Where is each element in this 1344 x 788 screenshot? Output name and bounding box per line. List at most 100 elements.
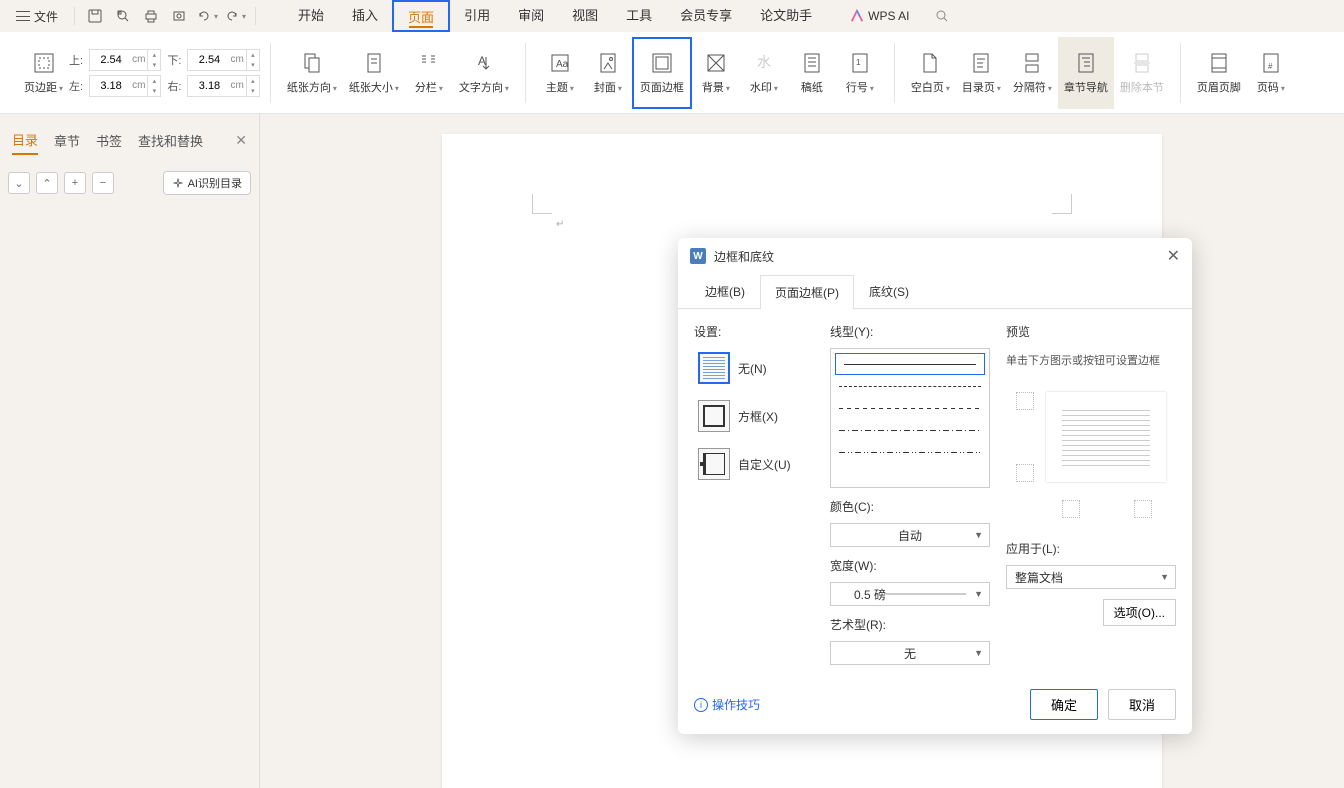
dialog-tabs: 边框(B) 页面边框(P) 底纹(S): [678, 274, 1192, 309]
header-footer-button[interactable]: 页眉页脚: [1191, 37, 1247, 109]
tab-insert[interactable]: 插入: [338, 0, 392, 32]
bottom-margin-input[interactable]: cm▴▾: [187, 49, 259, 71]
panel-tabs: 目录 章节 书签 查找和替换 ✕: [8, 122, 251, 159]
dialog-app-icon: W: [690, 248, 706, 264]
line-column: 线型(Y): 颜色(C): 自动▼ 宽度(W): 0.5 磅▼ 艺术型(R): …: [830, 323, 990, 665]
background-button[interactable]: 背景▾: [692, 37, 740, 109]
width-combo[interactable]: 0.5 磅▼: [830, 582, 990, 606]
save-icon[interactable]: [83, 4, 107, 28]
expand-button[interactable]: ⌄: [8, 172, 30, 194]
dialog-titlebar[interactable]: W 边框和底纹 ✕: [678, 238, 1192, 274]
separator-button[interactable]: 分隔符▾: [1007, 37, 1058, 109]
apply-to-combo[interactable]: 整篇文档▼: [1006, 565, 1176, 589]
edge-button-left[interactable]: [1062, 500, 1080, 518]
color-combo[interactable]: 自动▼: [830, 523, 990, 547]
right-label: 右:: [167, 78, 181, 94]
chapter-nav-button[interactable]: 章节导航: [1058, 37, 1114, 109]
text-direction-icon: A: [472, 51, 496, 75]
left-margin-input[interactable]: cm▴▾: [89, 75, 161, 97]
panel-tab-chapter[interactable]: 章节: [54, 127, 80, 154]
border-option-none[interactable]: 无(N): [694, 348, 814, 388]
panel-tab-bookmark[interactable]: 书签: [96, 127, 122, 154]
tab-reference[interactable]: 引用: [450, 0, 504, 32]
border-option-custom[interactable]: 自定义(U): [694, 444, 814, 484]
ok-button[interactable]: 确定: [1030, 689, 1098, 720]
dialog-body: 设置: 无(N) 方框(X) 自定义(U) 线型(Y):: [678, 309, 1192, 679]
tab-view[interactable]: 视图: [558, 0, 612, 32]
margin-inputs: 上: cm▴▾ 下: cm▴▾ 左: cm▴▾ 右: cm▴▾: [69, 49, 260, 97]
search-button[interactable]: [930, 4, 954, 28]
line-style-dash2[interactable]: [831, 397, 989, 419]
tab-start[interactable]: 开始: [284, 0, 338, 32]
separator-icon: [1020, 51, 1044, 75]
theme-button[interactable]: Aa主题▾: [536, 37, 584, 109]
info-icon: i: [694, 698, 708, 712]
edge-button-bottom[interactable]: [1016, 464, 1034, 482]
tab-page[interactable]: 页面: [392, 0, 450, 32]
tab-tools[interactable]: 工具: [612, 0, 666, 32]
wps-ai-button[interactable]: WPS AI: [842, 9, 917, 23]
edge-button-right[interactable]: [1134, 500, 1152, 518]
close-panel-button[interactable]: ✕: [235, 132, 247, 149]
cancel-button[interactable]: 取消: [1108, 689, 1176, 720]
preview-icon[interactable]: [167, 4, 191, 28]
line-style-list[interactable]: [830, 348, 990, 488]
preview-page[interactable]: [1046, 392, 1166, 482]
orientation-button[interactable]: 纸张方向▾: [281, 37, 343, 109]
panel-tab-find-replace[interactable]: 查找和替换: [138, 127, 203, 154]
dialog-tab-page-border[interactable]: 页面边框(P): [760, 275, 854, 309]
watermark-icon: 水: [752, 51, 776, 75]
cover-button[interactable]: 封面▾: [584, 37, 632, 109]
edge-button-top[interactable]: [1016, 392, 1034, 410]
blank-page-button[interactable]: 空白页▾: [905, 37, 956, 109]
watermark-button[interactable]: 水水印▾: [740, 37, 788, 109]
line-style-dash3[interactable]: [831, 419, 989, 441]
page-number-button[interactable]: #页码▾: [1247, 37, 1295, 109]
dialog-tab-border[interactable]: 边框(B): [690, 274, 760, 308]
panel-tab-toc[interactable]: 目录: [12, 126, 38, 155]
paper-size-icon: [362, 51, 386, 75]
tab-thesis[interactable]: 论文助手: [746, 0, 826, 32]
top-margin-input[interactable]: cm▴▾: [89, 49, 161, 71]
line-style-dash1[interactable]: [831, 375, 989, 397]
text-direction-button[interactable]: A文字方向▾: [453, 37, 515, 109]
add-button[interactable]: +: [64, 172, 86, 194]
preview-hint: 单击下方图示或按钮可设置边框: [1006, 352, 1176, 368]
redo-button[interactable]: ▾: [223, 4, 247, 28]
dialog-footer: i 操作技巧 确定 取消: [678, 679, 1192, 734]
manuscript-button[interactable]: 稿纸: [788, 37, 836, 109]
page-border-button[interactable]: 页面边框: [632, 37, 692, 109]
border-option-box[interactable]: 方框(X): [694, 396, 814, 436]
line-style-dash4[interactable]: [831, 441, 989, 463]
page-border-icon: [650, 51, 674, 75]
line-style-solid[interactable]: [835, 353, 985, 375]
remove-button[interactable]: −: [92, 172, 114, 194]
toc-page-button[interactable]: 目录页▾: [956, 37, 1007, 109]
ai-toc-button[interactable]: AI识别目录: [163, 171, 251, 195]
tips-link[interactable]: i 操作技巧: [694, 696, 760, 713]
options-button[interactable]: 选项(O)...: [1103, 599, 1176, 626]
tab-review[interactable]: 审阅: [504, 0, 558, 32]
right-margin-input[interactable]: cm▴▾: [187, 75, 259, 97]
columns-button[interactable]: 分栏▾: [405, 37, 453, 109]
main-tabs: 开始 插入 页面 引用 审阅 视图 工具 会员专享 论文助手: [284, 0, 826, 32]
delete-section-icon: [1130, 51, 1154, 75]
tab-member[interactable]: 会员专享: [666, 0, 746, 32]
collapse-button[interactable]: ⌃: [36, 172, 58, 194]
manuscript-icon: [800, 51, 824, 75]
print-preview-icon[interactable]: [111, 4, 135, 28]
line-number-icon: 1: [848, 51, 872, 75]
apply-to-label: 应用于(L):: [1006, 540, 1176, 557]
ribbon-group-margin: 页边距▾ 上: cm▴▾ 下: cm▴▾ 左: cm▴▾ 右: cm▴▾: [8, 32, 270, 114]
page-margin-button[interactable]: 页边距▾: [18, 37, 69, 109]
art-combo[interactable]: 无▼: [830, 641, 990, 665]
undo-button[interactable]: ▾: [195, 4, 219, 28]
svg-text:Aa: Aa: [556, 59, 569, 70]
line-number-button[interactable]: 1行号▾: [836, 37, 884, 109]
dialog-close-button[interactable]: ✕: [1167, 246, 1180, 266]
paper-size-button[interactable]: 纸张大小▾: [343, 37, 405, 109]
print-icon[interactable]: [139, 4, 163, 28]
dialog-tab-shading[interactable]: 底纹(S): [854, 274, 924, 308]
top-label: 上:: [69, 52, 83, 68]
file-menu[interactable]: 文件: [8, 4, 66, 29]
